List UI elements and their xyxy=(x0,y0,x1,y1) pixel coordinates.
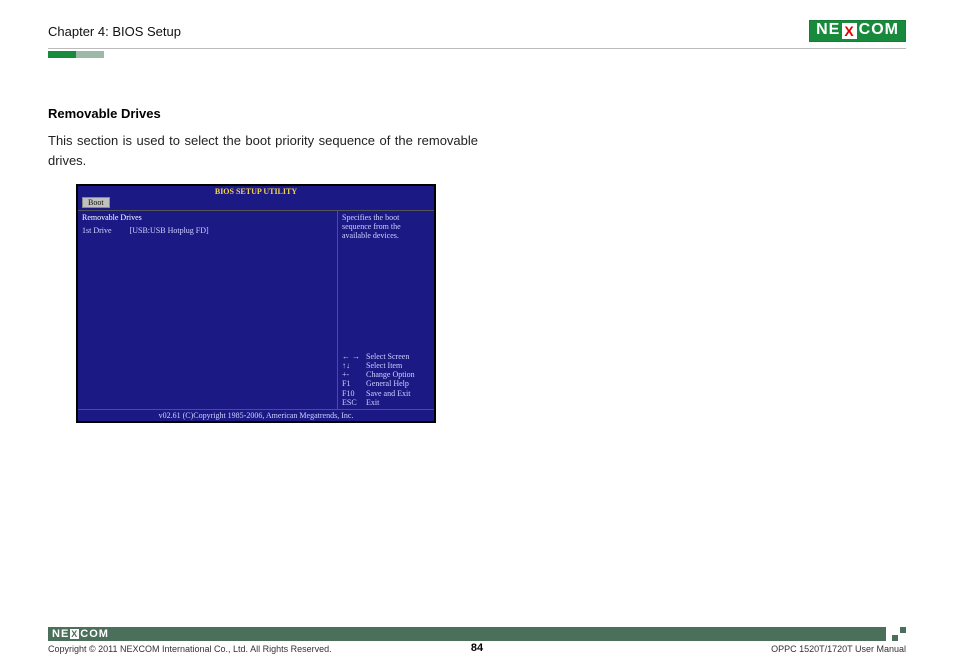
header-rule xyxy=(48,48,906,49)
page-number: 84 xyxy=(48,642,906,654)
bios-pane-header: Removable Drives xyxy=(82,213,333,222)
brand-logo: NE X COM xyxy=(809,20,906,42)
bios-key-desc: General Help xyxy=(366,379,409,388)
footer-logo-post: COM xyxy=(80,628,109,640)
bios-row-value: [USB:USB Hotplug FD] xyxy=(130,226,209,235)
section-description: This section is used to select the boot … xyxy=(48,131,478,170)
page-header: Chapter 4: BIOS Setup NE X COM xyxy=(48,18,906,44)
logo-x-icon: X xyxy=(842,23,856,39)
bios-footer: v02.61 (C)Copyright 1985-2006, American … xyxy=(78,410,434,421)
bios-key: ← → xyxy=(342,352,366,361)
bios-key: F1 xyxy=(342,379,366,388)
bios-key-desc: Select Screen xyxy=(366,352,409,361)
bios-key: ESC xyxy=(342,398,366,407)
bios-key-legend: ← →Select Screen ↑↓Select Item +-Change … xyxy=(342,352,430,407)
page-footer: NE X COM Copyright © 2011 NEXCOM Interna… xyxy=(48,627,906,654)
bios-key-desc: Select Item xyxy=(366,361,402,370)
bios-key-desc: Exit xyxy=(366,398,379,407)
bios-left-pane: Removable Drives 1st Drive [USB:USB Hotp… xyxy=(78,211,338,409)
footer-endcap-icon xyxy=(886,627,906,641)
section-title: Removable Drives xyxy=(48,106,478,121)
header-tab-marker xyxy=(48,51,906,58)
bios-key: +- xyxy=(342,370,366,379)
bios-title: BIOS SETUP UTILITY xyxy=(78,186,434,197)
bios-drive-row: 1st Drive [USB:USB Hotplug FD] xyxy=(82,226,333,235)
bios-help-text: Specifies the boot sequence from the ava… xyxy=(342,213,430,241)
bios-tab-boot: Boot xyxy=(82,197,110,208)
logo-text-pre: NE xyxy=(816,21,840,41)
chapter-title: Chapter 4: BIOS Setup xyxy=(48,24,181,39)
bios-row-label: 1st Drive xyxy=(82,226,112,235)
bios-key: F10 xyxy=(342,389,366,398)
footer-logo: NE X COM xyxy=(52,628,109,640)
logo-text-post: COM xyxy=(859,21,899,41)
bios-menu-bar: Boot xyxy=(78,197,434,210)
bios-screenshot: BIOS SETUP UTILITY Boot Removable Drives… xyxy=(76,184,436,423)
content-body: Removable Drives This section is used to… xyxy=(48,106,478,423)
footer-bar: NE X COM xyxy=(48,627,906,641)
bios-right-pane: Specifies the boot sequence from the ava… xyxy=(338,211,434,409)
bios-key: ↑↓ xyxy=(342,361,366,370)
footer-logo-x-icon: X xyxy=(70,629,79,639)
footer-logo-pre: NE xyxy=(52,628,69,640)
bios-key-desc: Save and Exit xyxy=(366,389,410,398)
bios-key-desc: Change Option xyxy=(366,370,415,379)
